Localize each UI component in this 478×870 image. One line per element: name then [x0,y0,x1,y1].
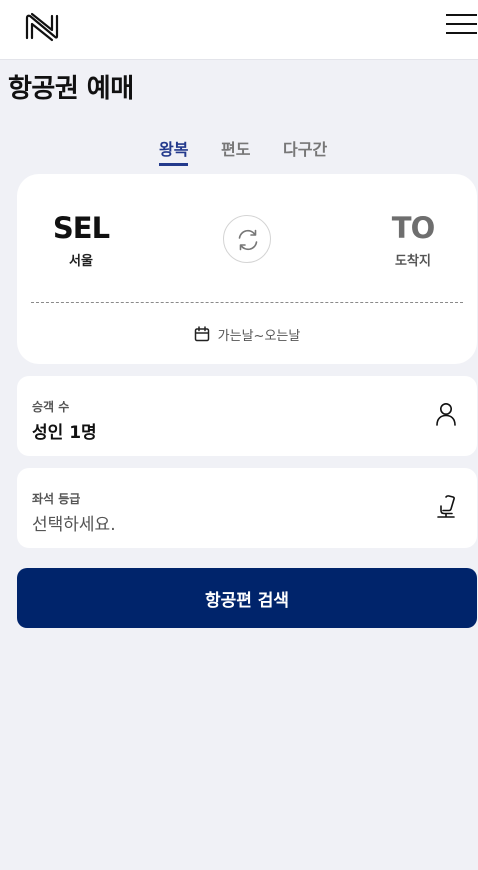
arrival-selector[interactable]: TO 도착지 [379,210,447,269]
route-card: SEL 서울 TO 도착지 가는날~오는날 [17,174,477,364]
trip-type-tabs: 왕복 편도 다구간 [0,136,478,166]
seat-icon [437,495,455,518]
tab-one-way[interactable]: 편도 [221,136,250,160]
tab-round-trip[interactable]: 왕복 [159,136,189,166]
date-selector[interactable]: 가는날~오는날 [17,322,477,346]
swap-refresh-icon [238,229,258,251]
swap-button[interactable] [223,215,271,263]
departure-selector[interactable]: SEL 서울 [51,210,111,269]
seat-class-value: 선택하세요. [32,515,116,535]
top-bar [0,0,478,60]
date-placeholder: 가는날~오는날 [217,328,301,344]
n-logo-icon[interactable] [24,12,60,42]
departure-code: SEL [52,211,110,245]
tab-multi-city[interactable]: 다구간 [283,136,327,160]
arrival-city: 도착지 [395,254,431,269]
passenger-count-field[interactable]: 승객 수 성인 1명 [17,376,477,456]
calendar-icon [194,326,209,342]
hamburger-menu-icon[interactable] [446,13,477,37]
passenger-value: 성인 1명 [32,423,97,443]
departure-city: 서울 [69,254,93,269]
passenger-label: 승객 수 [32,400,70,414]
seat-class-label: 좌석 등급 [32,492,81,506]
seat-class-field[interactable]: 좌석 등급 선택하세요. [17,468,477,548]
arrival-code: TO [391,211,435,245]
person-icon [436,403,456,426]
page-title: 항공권 예매 [8,74,134,104]
search-flights-button[interactable]: 항공편 검색 [17,568,477,628]
route-divider [31,302,463,303]
